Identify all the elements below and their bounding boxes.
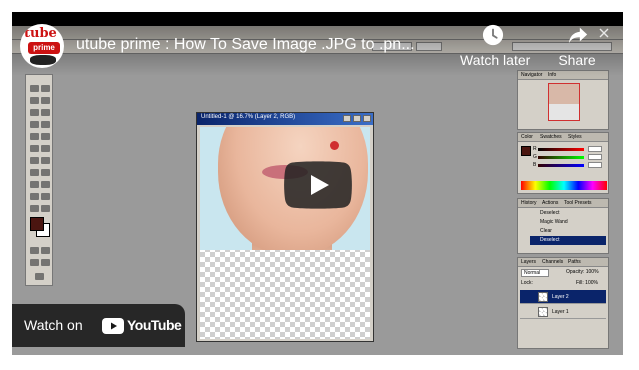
tab-tool-presets: Tool Presets xyxy=(564,200,592,206)
blue-value-box xyxy=(588,162,602,168)
healing-tool-icon xyxy=(30,121,39,128)
green-value-box xyxy=(588,154,602,160)
eyedropper-tool-icon xyxy=(41,193,50,200)
document-canvas xyxy=(200,127,370,339)
hand-tool-icon xyxy=(30,205,39,212)
document-titlebar: Untitled-1 @ 16.7% (Layer 2, RGB) xyxy=(197,113,373,125)
color-r-label: R xyxy=(533,146,537,152)
history-item-active: Deselect xyxy=(530,236,606,245)
close-icon[interactable] xyxy=(599,28,609,38)
dodge-tool-icon xyxy=(41,157,50,164)
navigator-panel: Navigator Info xyxy=(517,70,609,130)
tab-color: Color xyxy=(521,134,533,140)
ps-document-window: Untitled-1 @ 16.7% (Layer 2, RGB) xyxy=(196,112,374,342)
play-button[interactable] xyxy=(284,161,352,209)
color-ramp xyxy=(521,181,607,190)
channel-logo-text: tube xyxy=(24,26,57,41)
channel-avatar[interactable]: tube prime xyxy=(20,24,64,68)
lasso-tool-icon xyxy=(30,97,39,104)
history-panel: History Actions Tool Presets Deselect Ma… xyxy=(517,198,609,254)
youtube-wordmark: YouTube xyxy=(127,317,182,333)
color-swatch xyxy=(521,146,531,156)
history-item: Clear xyxy=(540,228,552,234)
layer-name: Layer 1 xyxy=(552,309,569,315)
watch-on-youtube-button[interactable]: Watch on YouTube xyxy=(12,304,185,347)
notes-tool-icon xyxy=(30,193,39,200)
marquee-tool-icon xyxy=(30,85,39,92)
video-player[interactable]: Untitled-1 @ 16.7% (Layer 2, RGB) Naviga… xyxy=(12,12,623,355)
fullscreen-mode-icon xyxy=(41,259,50,266)
clock-icon xyxy=(482,24,504,46)
tab-history: History xyxy=(521,200,537,206)
watch-on-label: Watch on xyxy=(24,317,83,333)
zoom-tool-icon xyxy=(41,205,50,212)
channel-logo-badge: prime xyxy=(28,42,60,54)
path-select-tool-icon xyxy=(30,169,39,176)
maximize-icon xyxy=(353,115,361,122)
history-item: Magic Wand xyxy=(540,219,568,225)
crop-tool-icon xyxy=(30,109,39,116)
blend-mode-select: Normal xyxy=(521,269,550,277)
magic-wand-tool-icon xyxy=(41,97,50,104)
color-g-label: G xyxy=(533,154,537,160)
brush-tool-icon xyxy=(41,121,50,128)
layer-name: Layer 2 xyxy=(552,294,569,300)
blue-slider xyxy=(538,164,584,167)
layer-thumbnail xyxy=(538,292,548,302)
watch-later-label: Watch later xyxy=(460,52,531,68)
history-item: Deselect xyxy=(540,210,560,216)
red-value-box xyxy=(588,146,602,152)
color-b-label: B xyxy=(533,162,537,168)
layer-thumbnail xyxy=(538,307,548,317)
foreground-color-swatch xyxy=(30,217,44,231)
layers-tabs: Layers Channels Paths xyxy=(518,258,608,267)
lock-label: Lock: xyxy=(521,280,533,286)
share-arrow-icon xyxy=(568,27,588,44)
screen-mode-icon xyxy=(30,259,39,266)
tab-swatches: Swatches xyxy=(540,134,562,140)
move-tool-icon xyxy=(41,85,50,92)
tab-styles: Styles xyxy=(568,134,582,140)
youtube-logo: YouTube xyxy=(102,317,182,334)
eraser-tool-icon xyxy=(30,145,39,152)
type-tool-icon xyxy=(41,169,50,176)
quick-mask-icon xyxy=(30,247,39,254)
tab-paths: Paths xyxy=(568,259,581,265)
layer-row: Layer 1 xyxy=(520,305,606,319)
video-title-link[interactable]: utube prime : How To Save Image .JPG to … xyxy=(76,36,415,54)
channel-logo-mark xyxy=(30,55,56,65)
gradient-tool-icon xyxy=(41,145,50,152)
opacity-field: Opacity: 100% xyxy=(566,269,599,275)
tab-channels: Channels xyxy=(542,259,564,265)
color-panel: Color Swatches Styles R G B xyxy=(517,132,609,194)
minimize-icon xyxy=(343,115,351,122)
history-tabs: History Actions Tool Presets xyxy=(518,199,608,208)
watch-later-button[interactable]: Watch later xyxy=(460,22,531,72)
standard-mode-icon xyxy=(41,247,50,254)
fill-field: Fill: 100% xyxy=(576,280,598,286)
slice-tool-icon xyxy=(41,109,50,116)
navigator-thumbnail xyxy=(548,83,580,121)
youtube-logo-icon xyxy=(102,318,124,334)
red-slider xyxy=(538,148,584,151)
layers-panel: Layers Channels Paths Normal Opacity: 10… xyxy=(517,257,609,349)
tab-actions: Actions xyxy=(542,200,559,206)
green-slider xyxy=(538,156,584,159)
tab-layers: Layers xyxy=(521,259,537,265)
jump-to-imageready-icon xyxy=(35,273,44,280)
ps-toolbox xyxy=(25,74,53,286)
stamp-tool-icon xyxy=(30,133,39,140)
history-brush-tool-icon xyxy=(41,133,50,140)
shape-tool-icon xyxy=(41,181,50,188)
layer-row-active: Layer 2 xyxy=(520,290,606,304)
close-window-icon xyxy=(363,115,371,122)
pen-tool-icon xyxy=(30,181,39,188)
blur-tool-icon xyxy=(30,157,39,164)
document-title: Untitled-1 @ 16.7% (Layer 2, RGB) xyxy=(201,114,296,120)
color-tabs: Color Swatches Styles xyxy=(518,133,608,142)
photo-mole xyxy=(330,141,339,150)
share-label: Share xyxy=(558,52,596,68)
